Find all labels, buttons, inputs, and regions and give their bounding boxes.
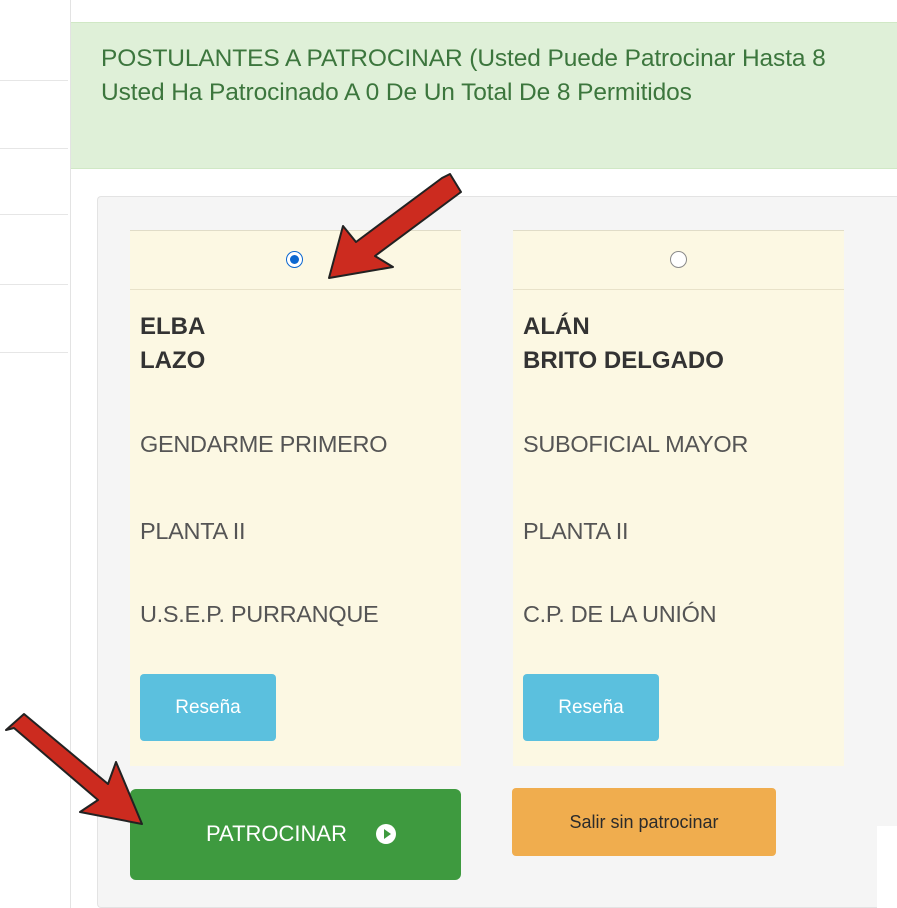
candidate-radio-selected[interactable] [286,251,303,268]
patrocinar-button[interactable]: PATROCINAR [130,789,461,880]
candidate-first-name: ALÁN [523,313,590,340]
candidate-card: ELBA LAZO GENDARME PRIMERO PLANTA II U.S… [130,230,461,766]
sponsor-info-alert: POSTULANTES A PATROCINAR (Usted Puede Pa… [71,22,897,169]
gutter-divider [0,80,68,81]
candidate-unit: U.S.E.P. PURRANQUE [140,601,379,627]
alert-count: Usted Ha Patrocinado A 0 De Un Total De … [101,79,692,106]
card-header [513,231,844,290]
resena-button[interactable]: Reseña [523,674,659,741]
patrocinar-label: PATROCINAR [206,821,347,846]
candidate-last-name: LAZO [140,347,206,374]
annotation-arrow-icon [328,173,462,279]
play-circle-icon [376,824,396,844]
gutter-divider [0,148,68,149]
resena-button[interactable]: Reseña [140,674,276,741]
gutter-divider [0,352,68,353]
page-background-patch [877,826,897,908]
candidate-last-name: BRITO DELGADO [523,347,724,374]
candidate-plant: PLANTA II [140,518,246,544]
gutter-divider [0,214,68,215]
candidate-plant: PLANTA II [523,518,629,544]
candidate-unit: C.P. DE LA UNIÓN [523,601,717,627]
candidate-rank: GENDARME PRIMERO [140,431,388,457]
candidate-first-name: ELBA [140,313,206,340]
gutter-divider [0,284,68,285]
candidate-card: ALÁN BRITO DELGADO SUBOFICIAL MAYOR PLAN… [513,230,844,766]
alert-title: POSTULANTES A PATROCINAR (Usted Puede Pa… [101,45,826,72]
candidate-rank: SUBOFICIAL MAYOR [523,431,749,457]
salir-sin-patrocinar-button[interactable]: Salir sin patrocinar [512,788,776,856]
candidate-radio[interactable] [670,251,687,268]
annotation-arrow-icon [5,713,143,825]
